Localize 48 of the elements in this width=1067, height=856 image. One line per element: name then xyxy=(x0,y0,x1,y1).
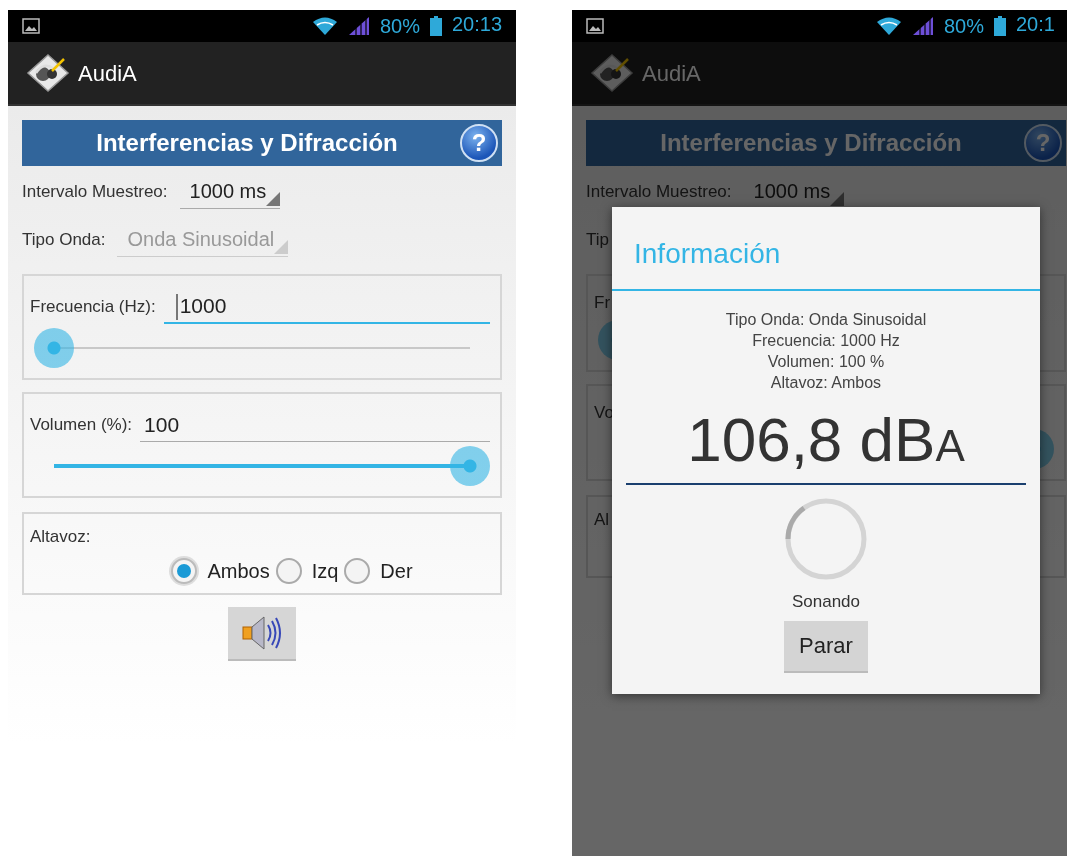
info-line: Frecuencia: 1000 Hz xyxy=(752,331,900,351)
wifi-icon xyxy=(875,16,902,36)
app-title: AudiA xyxy=(642,59,701,88)
play-sound-button[interactable] xyxy=(228,607,296,661)
slider-thumb[interactable] xyxy=(450,446,490,486)
field-label: Fr xyxy=(594,292,611,314)
field-label: Al xyxy=(594,509,611,531)
dropdown-arrow-icon xyxy=(274,240,289,254)
battery-icon xyxy=(994,16,1006,36)
dropdown[interactable]: 1000 ms xyxy=(179,175,281,209)
dialog-title: Información xyxy=(612,207,1040,291)
stop-button[interactable]: Parar xyxy=(784,620,868,673)
app-logo-icon xyxy=(590,53,634,93)
clock-text: 20:13 xyxy=(452,13,503,35)
signal-icon xyxy=(347,16,370,36)
field-label: Intervalo Muestreo: xyxy=(22,181,168,204)
app-title: AudiA xyxy=(78,59,137,88)
signal-icon xyxy=(911,16,934,36)
input-field[interactable]: 100 xyxy=(140,408,490,442)
info-line: Tipo Onda: Onda Sinusoidal xyxy=(725,310,927,330)
clock-text: 20:1 xyxy=(1016,13,1055,35)
field-label: Tip xyxy=(586,229,609,252)
picture-icon xyxy=(22,18,40,34)
radio-option[interactable]: Ambos xyxy=(171,555,270,586)
status-text: Sonando xyxy=(791,591,861,613)
radio-option[interactable]: Der xyxy=(344,555,413,586)
app-logo-icon xyxy=(26,53,70,93)
field-label: Tipo Onda: xyxy=(22,229,106,252)
battery-level-text: 80% xyxy=(943,16,984,36)
field-label: Intervalo Muestreo: xyxy=(586,181,732,204)
dropdown-arrow-icon xyxy=(266,192,281,206)
picture-icon xyxy=(586,18,604,34)
dropdown-arrow-icon xyxy=(830,192,845,206)
field-label: Frecuencia (Hz): xyxy=(30,296,156,319)
battery-icon xyxy=(430,16,442,36)
wifi-icon xyxy=(311,16,338,36)
sound-level-reading: 106,8 dBA xyxy=(687,409,965,471)
info-line: Altavoz: Ambos xyxy=(770,373,882,393)
field-label: Altavoz: xyxy=(30,526,92,548)
info-line: Volumen: 100 % xyxy=(767,352,885,372)
radio-option[interactable]: Izq xyxy=(275,555,339,586)
title-banner: Interferencias y Difracción ? xyxy=(22,120,502,166)
speaker-icon xyxy=(240,613,284,653)
slider-thumb[interactable] xyxy=(34,328,74,368)
field-label: Volumen (%): xyxy=(30,414,133,437)
title-banner: Interferencias y Difracción ? xyxy=(586,120,1066,166)
loading-spinner-icon xyxy=(784,497,868,581)
battery-level-text: 80% xyxy=(379,16,420,36)
